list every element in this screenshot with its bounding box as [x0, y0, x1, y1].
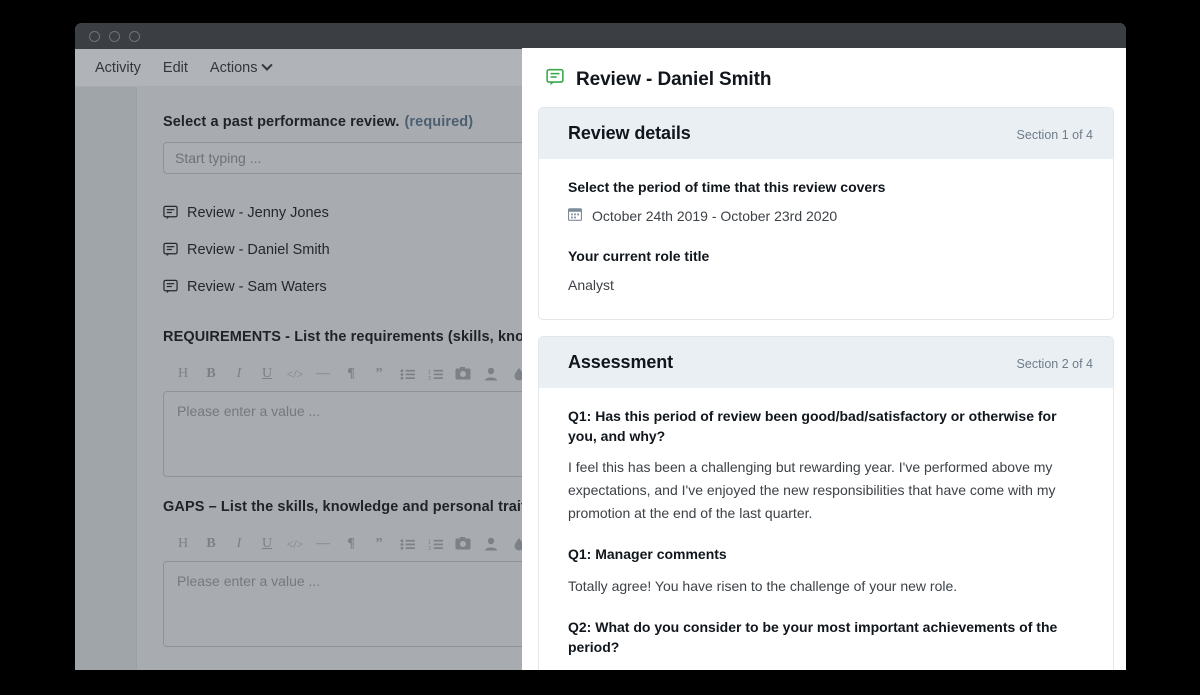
question-q2-label: Q2: What do you consider to be your most… — [568, 619, 1058, 656]
code-icon[interactable]: </> — [281, 361, 309, 387]
review-option-label: Review - Sam Waters — [187, 278, 327, 295]
section-count-label: Section 1 of 4 — [1016, 128, 1093, 142]
quote-icon[interactable]: ” — [365, 531, 393, 557]
image-icon[interactable] — [449, 531, 477, 557]
close-window-icon[interactable] — [89, 30, 100, 42]
section-card-review-details: Review details Section 1 of 4 Select the… — [538, 107, 1114, 320]
menu-item-edit[interactable]: Edit — [152, 54, 199, 82]
bullet-list-icon[interactable] — [393, 531, 421, 557]
menu-item-activity-label: Activity — [95, 59, 141, 76]
chevron-down-icon — [261, 59, 274, 71]
underline-icon[interactable]: U — [253, 361, 281, 387]
numbered-list-icon[interactable]: 12 — [421, 531, 449, 557]
answer-period: October 24th 2019 - October 23rd 2020 — [567, 207, 1087, 224]
section-heading: Review details — [568, 123, 691, 143]
menu-item-actions-label: Actions — [209, 59, 258, 76]
panel-title: Review - Daniel Smith — [576, 68, 772, 90]
review-option-label: Review - Daniel Smith — [187, 241, 330, 258]
comment-icon — [546, 68, 564, 91]
left-sidebar-rail — [75, 87, 137, 670]
bold-icon[interactable]: B — [197, 361, 225, 387]
answer-period-text: October 24th 2019 - October 23rd 2020 — [592, 207, 838, 224]
minimize-window-icon[interactable] — [109, 30, 120, 42]
comment-icon — [163, 205, 178, 220]
person-icon[interactable] — [477, 361, 505, 387]
menu-item-edit-label: Edit — [162, 59, 188, 76]
review-detail-panel: Review - Daniel Smith Review details Sec… — [522, 48, 1126, 670]
horizontal-rule-icon[interactable]: — — [309, 361, 337, 387]
review-option-label: Review - Jenny Jones — [187, 204, 329, 221]
comment-icon — [163, 279, 178, 294]
section-header-review-details: Review details Section 1 of 4 — [539, 108, 1113, 159]
bold-icon[interactable]: B — [197, 531, 225, 557]
section-card-assessment: Assessment Section 2 of 4 Q1: Has this p… — [538, 335, 1114, 670]
answer-role-title: Analyst — [568, 276, 614, 293]
calendar-icon — [567, 207, 583, 224]
question-role-title-label: Your current role title — [568, 248, 710, 265]
svg-text:2: 2 — [428, 546, 431, 551]
horizontal-rule-icon[interactable]: — — [309, 531, 337, 557]
italic-icon[interactable]: I — [225, 361, 253, 387]
window-titlebar — [75, 23, 1126, 49]
heading-icon[interactable]: H — [169, 361, 197, 387]
section-heading: Assessment — [568, 351, 674, 372]
heading-icon[interactable]: H — [169, 531, 197, 557]
italic-icon[interactable]: I — [225, 531, 253, 557]
question-period-label: Select the period of time that this revi… — [568, 179, 886, 195]
code-icon[interactable]: </> — [281, 531, 309, 557]
comment-icon — [163, 242, 178, 257]
gaps-placeholder: Please enter a value ... — [177, 573, 321, 589]
numbered-list-icon[interactable]: 12 — [421, 361, 449, 387]
svg-text:1: 1 — [428, 369, 431, 375]
paragraph-icon[interactable]: ¶ — [337, 361, 365, 387]
answer-q1: I feel this has been a challenging but r… — [568, 459, 1056, 521]
underline-icon[interactable]: U — [253, 531, 281, 557]
section-body-assessment: Q1: Has this period of review been good/… — [539, 388, 1113, 670]
question-q1-label: Q1: Has this period of review been good/… — [568, 407, 1057, 444]
svg-text:1: 1 — [428, 539, 431, 545]
review-search-placeholder: Start typing ... — [175, 150, 262, 166]
svg-text:2: 2 — [428, 376, 431, 381]
quote-icon[interactable]: ” — [365, 361, 393, 387]
menu-item-actions[interactable]: Actions — [199, 54, 283, 82]
answer-q1-manager-comments: Totally agree! You have risen to the cha… — [568, 577, 958, 594]
requirements-placeholder: Please enter a value ... — [177, 403, 321, 419]
section-header-assessment: Assessment Section 2 of 4 — [539, 336, 1113, 388]
paragraph-icon[interactable]: ¶ — [337, 531, 365, 557]
section-count-label: Section 2 of 4 — [1016, 356, 1093, 371]
section-body-review-details: Select the period of time that this revi… — [539, 159, 1113, 319]
select-review-label-text: Select a past performance review. — [163, 114, 400, 130]
zoom-window-icon[interactable] — [129, 30, 140, 42]
panel-header: Review - Daniel Smith — [522, 48, 1126, 107]
person-icon[interactable] — [477, 531, 505, 557]
menu-item-activity[interactable]: Activity — [84, 54, 152, 82]
required-tag: (required) — [404, 114, 474, 130]
question-q1-manager-comments-label: Q1: Manager comments — [568, 546, 727, 563]
image-icon[interactable] — [449, 361, 477, 387]
bullet-list-icon[interactable] — [393, 361, 421, 387]
